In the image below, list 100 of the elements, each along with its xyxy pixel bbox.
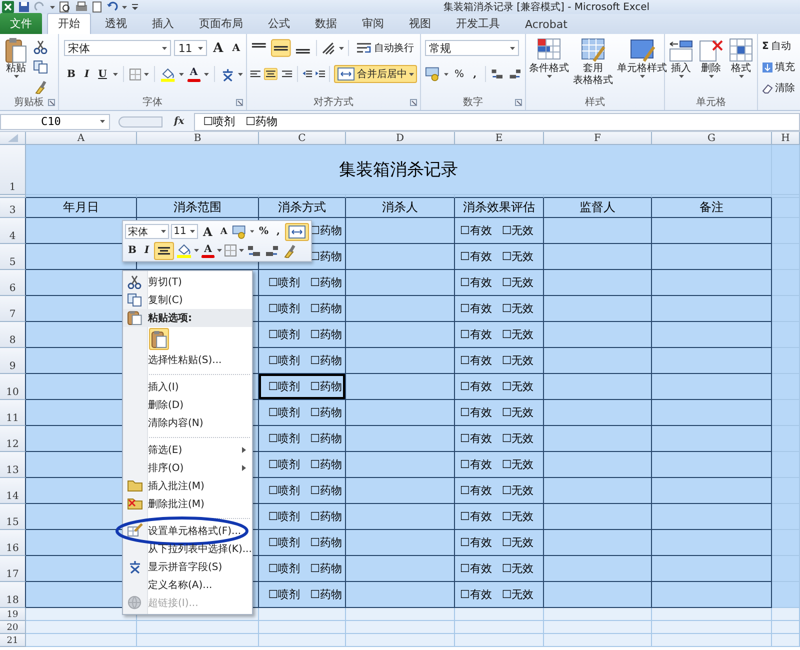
copy-icon[interactable] (127, 292, 142, 307)
format-button[interactable]: 格式 (731, 63, 751, 75)
checkbox-option[interactable]: ☐喷剂 (268, 587, 300, 602)
bold-button[interactable]: B (125, 242, 140, 258)
autosum-button[interactable]: Σ 自动 (759, 37, 800, 55)
row-header[interactable]: 14 (0, 478, 26, 504)
increase-decimal-icon[interactable] (490, 67, 505, 81)
printer-icon[interactable] (75, 1, 88, 13)
comma-button[interactable]: , (470, 66, 480, 82)
checkbox-option[interactable]: ☐无效 (502, 249, 534, 264)
phonetic-guide-icon[interactable] (127, 559, 143, 574)
checkbox-option[interactable]: ☐药物 (310, 483, 342, 498)
font-size-field[interactable]: 11 (174, 40, 208, 56)
checkbox-option[interactable]: ☐药物 (310, 561, 342, 576)
decrease-decimal-icon[interactable] (264, 244, 280, 258)
checkbox-option[interactable]: ☐药物 (310, 509, 342, 524)
menu-item[interactable]: 插入(I) (148, 380, 179, 394)
number-format-field[interactable]: 常规 (425, 40, 519, 56)
row-header[interactable]: 10 (0, 374, 26, 400)
wrap-text-button[interactable]: 自动换行 (353, 39, 418, 57)
column-header[interactable]: F (544, 132, 652, 145)
row-header[interactable]: 19 (0, 608, 26, 621)
percent-button[interactable]: % (256, 224, 272, 240)
borders-icon[interactable] (224, 244, 237, 257)
align-middle-icon[interactable] (270, 39, 291, 57)
font-size-field[interactable]: 11 (170, 224, 198, 239)
menu-item[interactable]: 选择性粘贴(S)... (148, 353, 222, 367)
dialog-launcher-icon[interactable] (236, 99, 243, 106)
ribbon-tab[interactable]: 开始 (47, 13, 91, 34)
comma-button[interactable]: , (274, 224, 283, 240)
checkbox-option[interactable]: ☐无效 (502, 561, 534, 576)
ribbon-tab[interactable]: 开发工具 (445, 13, 511, 34)
checkbox-option[interactable]: ☐喷剂 (268, 431, 300, 446)
table-cell[interactable]: ☐喷剂 ☐药物 (259, 400, 346, 426)
menu-item[interactable]: 剪切(T) (148, 275, 182, 289)
cell-style-icon[interactable] (629, 37, 655, 63)
copy-icon[interactable] (33, 59, 48, 74)
row-header[interactable]: 5 (0, 244, 26, 270)
column-header[interactable]: A (26, 132, 137, 145)
paste-icon[interactable] (5, 37, 27, 63)
checkbox-option[interactable]: ☐药物 (310, 275, 342, 290)
row-header[interactable]: 8 (0, 322, 26, 348)
dialog-launcher-icon[interactable] (48, 99, 55, 106)
checkbox-option[interactable]: ☐药物 (310, 327, 342, 342)
checkbox-option[interactable]: ☐药物 (310, 379, 342, 394)
checkbox-option[interactable]: ☐有效 (460, 535, 492, 550)
format-painter-icon[interactable] (282, 243, 297, 258)
table-cell[interactable]: ☐喷剂 ☐药物 (259, 426, 346, 452)
insert-button[interactable]: 插入 (671, 63, 691, 75)
checkbox-option[interactable]: ☐无效 (502, 483, 534, 498)
new-document-icon[interactable] (92, 1, 102, 13)
save-icon[interactable] (18, 1, 30, 13)
checkbox-option[interactable]: ☐喷剂 (268, 561, 300, 576)
column-header[interactable]: D (346, 132, 455, 145)
ribbon-tab[interactable]: 视图 (398, 13, 442, 34)
column-header[interactable]: H (772, 132, 800, 145)
checkbox-option[interactable]: ☐喷剂 (268, 275, 300, 290)
row-header[interactable]: 11 (0, 400, 26, 426)
checkbox-option[interactable]: ☐喷剂 (268, 535, 300, 550)
checkbox-option[interactable]: ☐有效 (460, 431, 492, 446)
checkbox-option[interactable]: ☐有效 (460, 301, 492, 316)
align-center-icon[interactable] (264, 65, 278, 83)
name-box[interactable]: C10 (0, 114, 110, 130)
borders-icon[interactable] (128, 68, 142, 80)
clear-button[interactable]: 清除 (759, 79, 800, 97)
checkbox-option[interactable]: ☐喷剂 (268, 457, 300, 472)
column-header[interactable]: G (652, 132, 772, 145)
checkbox-option[interactable]: ☐喷剂 (268, 327, 300, 342)
fill-color-icon[interactable] (160, 66, 176, 82)
checkbox-option[interactable]: ☐有效 (460, 249, 492, 264)
table-cell[interactable]: ☐喷剂 ☐药物 (259, 348, 346, 374)
font-color-button[interactable]: A (186, 66, 201, 82)
row-header[interactable]: 21 (0, 634, 26, 647)
table-cell[interactable]: ☐喷剂 ☐药物 (259, 296, 346, 322)
checkbox-option[interactable]: ☐药物 (310, 353, 342, 368)
checkbox-option[interactable]: ☐有效 (460, 457, 492, 472)
font-name-field[interactable]: 宋体 (125, 224, 169, 239)
decrease-decimal-icon[interactable] (508, 67, 522, 81)
table-cell[interactable]: ☐喷剂 ☐药物 (259, 270, 346, 296)
table-cell[interactable]: ☐喷剂 ☐药物 (259, 452, 346, 478)
checkbox-option[interactable]: ☐有效 (460, 405, 492, 420)
format-painter-icon[interactable] (33, 79, 48, 94)
checkbox-option[interactable]: ☐药物 (310, 301, 342, 316)
underline-button[interactable]: U (95, 66, 110, 82)
undo-icon[interactable] (106, 1, 118, 13)
dialog-launcher-icon[interactable] (410, 99, 417, 106)
scissors-icon[interactable] (33, 39, 48, 54)
ribbon-tab[interactable]: 审阅 (351, 13, 395, 34)
row-header[interactable]: 12 (0, 426, 26, 452)
table-cell[interactable]: ☐喷剂 ☐药物 (259, 374, 346, 400)
checkbox-option[interactable]: ☐药物 (310, 457, 342, 472)
ribbon-tab[interactable]: 插入 (141, 13, 185, 34)
checkbox-option[interactable]: ☐药物 (310, 405, 342, 420)
row-header[interactable]: 20 (0, 621, 26, 634)
menu-item[interactable]: 排序(O) (148, 461, 184, 475)
format-cells-icon[interactable] (728, 37, 754, 63)
ribbon-tab[interactable]: 页面布局 (188, 13, 254, 34)
font-color-button[interactable]: A (201, 244, 215, 258)
ribbon-tab[interactable]: 数据 (304, 13, 348, 34)
delete-button[interactable]: 删除 (701, 63, 721, 75)
